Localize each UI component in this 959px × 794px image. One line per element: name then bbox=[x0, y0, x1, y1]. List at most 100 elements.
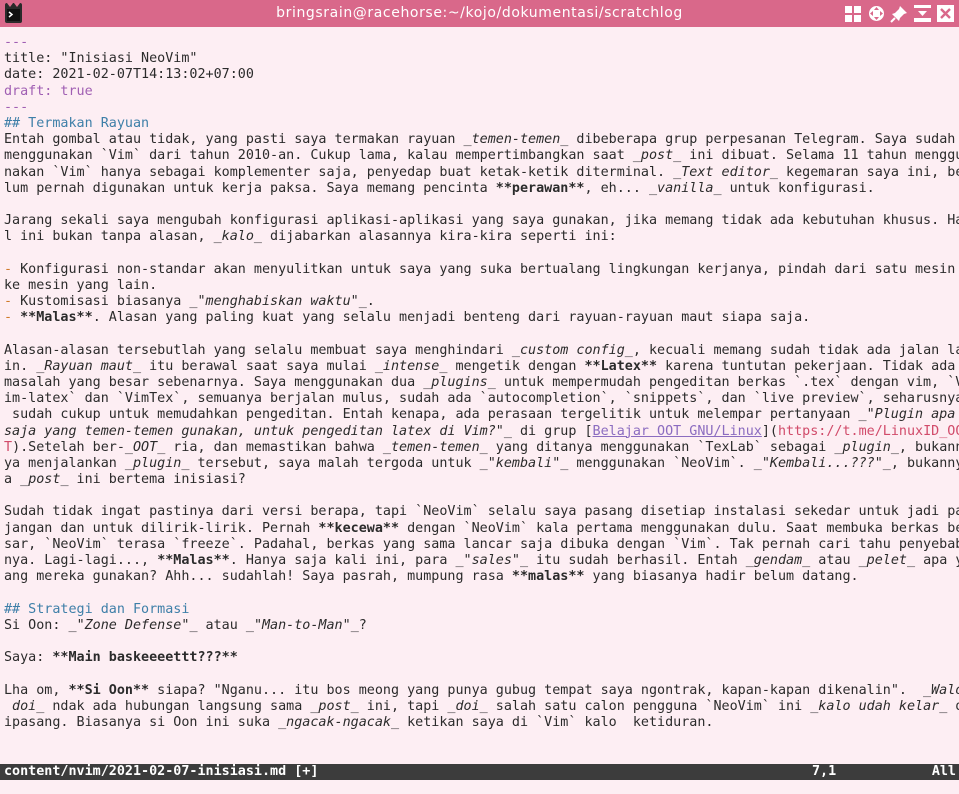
editor-line[interactable]: Saya: **Main baskeeeettt???** bbox=[4, 650, 959, 666]
editor-line[interactable]: --- bbox=[4, 100, 959, 116]
editor-line[interactable]: ke mesin yang lain. bbox=[4, 278, 959, 294]
editor-text: in. _ bbox=[4, 358, 45, 374]
editor-text: **Si Oon** bbox=[68, 682, 150, 698]
editor-line[interactable]: Sudah tidak ingat pastinya dari versi be… bbox=[4, 504, 959, 520]
editor-line[interactable] bbox=[4, 197, 959, 213]
editor-line[interactable]: Alasan-alasan tersebutlah yang selalu me… bbox=[4, 343, 959, 359]
editor-text: _ dibeberapa grup perpesanan Telegram. S… bbox=[560, 132, 956, 148]
editor-text: masalah yang besar sebenarnya. Saya meng… bbox=[4, 374, 432, 390]
editor-line[interactable]: l ini bukan tanpa alasan, _kalo_ dijabar… bbox=[4, 229, 959, 245]
editor-text: _ salah satu calon pengguna `NeoVim` ini… bbox=[479, 698, 819, 714]
editor-line[interactable]: Entah gombal atau tidak, yang pasti saya… bbox=[4, 132, 959, 148]
editor-text: - bbox=[4, 261, 13, 277]
editor-line[interactable]: doi_ ndak ada hubungan langsung sama _po… bbox=[4, 699, 959, 715]
editor-text: _ ketikan saya di `Vim` kalo ketiduran. bbox=[390, 714, 714, 730]
editor-line[interactable] bbox=[4, 634, 959, 650]
editor-line[interactable] bbox=[4, 747, 959, 763]
editor-text: **Malas** bbox=[20, 310, 93, 326]
editor-line[interactable]: date: 2021-02-07T14:13:02+07:00 bbox=[4, 67, 959, 83]
editor-line[interactable]: im-latex` dan `VimTex`, semuanya berjala… bbox=[4, 391, 959, 407]
editor-text: _ di grup [ bbox=[503, 423, 593, 439]
editor-line[interactable]: ang mereka gunakan? Ahh... sudahlah! Say… bbox=[4, 569, 959, 585]
editor-text: Sudah tidak ingat pastinya dari versi be… bbox=[4, 504, 959, 520]
editor-line[interactable]: ipasang. Biasanya si Oon ini suka _ngaca… bbox=[4, 715, 959, 731]
editor-line[interactable]: in. _Rayuan maut_ itu berawal saat saya … bbox=[4, 359, 959, 375]
editor-text: nya. Lagi-lagi..., bbox=[4, 553, 158, 568]
editor-line[interactable]: ya menjalankan _plugin_ tersebut, saya m… bbox=[4, 456, 959, 472]
editor-line[interactable]: - Konfigurasi non-standar akan menyulitk… bbox=[4, 262, 959, 278]
editor-text: siapa? "Nganu... itu bos meong yang puny… bbox=[149, 682, 932, 698]
editor-text: "kembali" bbox=[487, 455, 561, 471]
editor-text: . Hanya saja kali ini, para _ bbox=[229, 553, 464, 568]
editor-text: draft: true bbox=[4, 83, 93, 99]
editor-text: _ ini, tapi _ bbox=[350, 698, 456, 714]
editor-text: ya menjalankan _ bbox=[4, 455, 133, 471]
editor-text: _? bbox=[350, 617, 367, 633]
editor-line[interactable]: a _post_ ini bertema inisiasi? bbox=[4, 472, 959, 488]
editor-line[interactable]: saja yang temen-temen gunakan, untuk pen… bbox=[4, 424, 959, 440]
editor-line[interactable]: ## Strategi dan Formasi bbox=[4, 602, 959, 618]
editor-line[interactable] bbox=[4, 245, 959, 261]
editor-line[interactable]: T).Setelah ber-_OOT_ ria, dan memastikan… bbox=[4, 440, 959, 456]
editor-text: Rayuan maut bbox=[44, 358, 133, 374]
editor-text: ngacak-ngacak bbox=[286, 714, 391, 730]
editor-text: _. bbox=[358, 294, 375, 309]
editor-line[interactable]: menggunakan `Vim` dari tahun 2010-an. Cu… bbox=[4, 148, 959, 164]
editor-text: vanilla bbox=[657, 180, 714, 196]
editor-text: "Plugin apa bbox=[866, 407, 956, 423]
editor-line[interactable]: Jarang sekali saya mengubah konfigurasi … bbox=[4, 213, 959, 229]
pin-icon[interactable] bbox=[889, 3, 909, 24]
editor-text: _ ndak ada hubungan langsung sama _ bbox=[36, 698, 319, 714]
editor-text: _ mengetik dengan bbox=[439, 358, 585, 374]
editor-line[interactable]: ## Termakan Rayuan bbox=[4, 116, 959, 132]
editor-text: doi bbox=[4, 698, 37, 714]
editor-line[interactable] bbox=[4, 488, 959, 504]
editor-text: _ kegemaran saya ini, be bbox=[769, 164, 959, 180]
editor-line[interactable]: nya. Lagi-lagi..., **Malas**. Hanya saja… bbox=[4, 553, 959, 569]
editor-line[interactable]: nakan `Vim` hanya sebagai komplementer s… bbox=[4, 165, 959, 181]
editor-text: ).Setelah ber-_ bbox=[12, 439, 133, 455]
editor-line[interactable]: Si Oon: _"Zone Defense"_ atau _"Man-to-M… bbox=[4, 618, 959, 634]
editor-text: **Malas** bbox=[157, 553, 230, 568]
status-cursor-position: 7,1 bbox=[812, 764, 837, 779]
editor-line[interactable]: Lha om, **Si Oon** siapa? "Nganu... itu … bbox=[4, 683, 959, 699]
close-icon[interactable] bbox=[935, 3, 955, 24]
editor-line[interactable]: draft: true bbox=[4, 84, 959, 100]
layout-grid-icon[interactable] bbox=[843, 3, 863, 24]
editor-text: Jarang sekali saya mengubah konfigurasi … bbox=[4, 213, 959, 229]
editor-text: _ untuk mempermudah pengeditan berkas `.… bbox=[487, 374, 959, 390]
minimize-icon[interactable] bbox=[912, 3, 932, 24]
editor-text: jangan dan untuk dilirik-lirik. Pernah bbox=[4, 520, 319, 536]
editor-text: **kecewa** bbox=[318, 520, 400, 536]
editor-text: ang mereka gunakan? Ahh... sudahlah! Say… bbox=[4, 569, 512, 585]
editor-line[interactable]: sudah cukup untuk memudahkan pengeditan.… bbox=[4, 407, 959, 423]
move-icon[interactable] bbox=[866, 3, 886, 24]
editor-line[interactable]: jangan dan untuk dilirik-lirik. Pernah *… bbox=[4, 521, 959, 537]
editor-line[interactable]: masalah yang besar sebenarnya. Saya meng… bbox=[4, 375, 959, 391]
editor-line[interactable]: lum pernah digunakan untuk kerja paksa. … bbox=[4, 181, 959, 197]
editor-line[interactable]: - Kustomisasi biasanya _"menghabiskan wa… bbox=[4, 294, 959, 310]
editor-text: _ tersebut, saya malah tergoda untuk _ bbox=[181, 455, 488, 471]
editor-line[interactable] bbox=[4, 666, 959, 682]
editor-text: **Main baskeeeettt???** bbox=[52, 650, 238, 666]
editor-line[interactable] bbox=[4, 326, 959, 342]
editor-text: saja yang temen-temen gunakan, untuk pen… bbox=[4, 423, 504, 439]
editor-line[interactable]: title: "Inisiasi NeoVim" bbox=[4, 51, 959, 67]
editor-text: post bbox=[28, 472, 61, 488]
editor-text: im-latex` dan `VimTex`, semuanya berjala… bbox=[4, 391, 959, 407]
editor-line[interactable] bbox=[4, 585, 959, 601]
editor-line[interactable]: sar, `NeoVim` terasa `freeze`. Padahal, … bbox=[4, 537, 959, 553]
editor-line[interactable]: - **Malas**. Alasan yang paling kuat yan… bbox=[4, 310, 959, 326]
editor-text: date: 2021-02-07T14:13:02+07:00 bbox=[4, 67, 254, 83]
editor-buffer[interactable]: --- title: "Inisiasi NeoVim" date: 2021-02… bbox=[4, 35, 959, 763]
editor-text: ## Strategi dan Formasi bbox=[4, 601, 190, 617]
editor-line[interactable] bbox=[4, 731, 959, 747]
editor-text: Saya: bbox=[4, 650, 53, 666]
editor-text: Text editor bbox=[681, 164, 770, 180]
markdown-link-url: https://t.me/LinuxID_OO bbox=[777, 423, 959, 439]
window-titlebar[interactable]: bringsrain@racehorse:~/kojo/dokumentasi/… bbox=[0, 0, 959, 27]
editor-text: **Latex** bbox=[584, 358, 658, 374]
editor-line[interactable]: --- bbox=[4, 35, 959, 51]
editor-text: custom config bbox=[519, 342, 625, 358]
editor-text: menggunakan `Vim` dari tahun 2010-an. Cu… bbox=[4, 148, 641, 164]
